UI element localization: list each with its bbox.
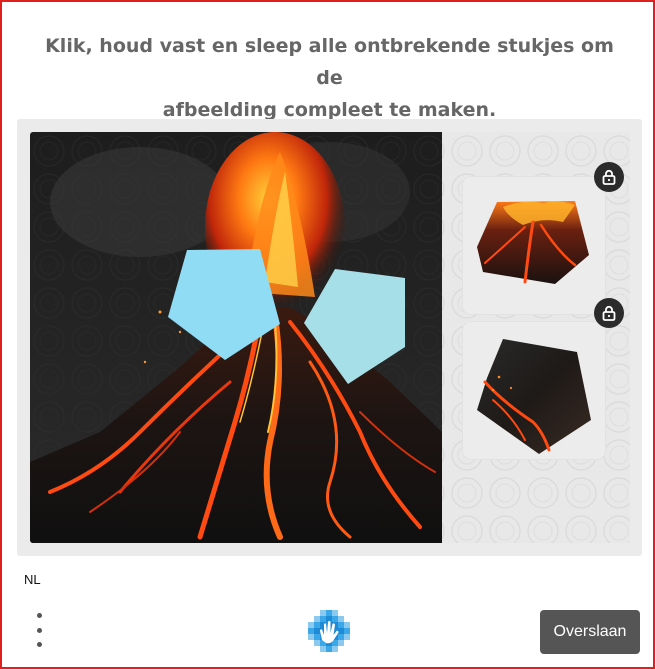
instruction-text: Klik, houd vast en sleep alle ontbrekend… (42, 30, 617, 126)
vertical-dots-icon (36, 627, 42, 633)
lock-icon (594, 162, 624, 192)
logo-graphic (308, 610, 350, 652)
lava-slope-piece[interactable] (463, 322, 605, 459)
vertical-dots-icon (36, 642, 42, 647)
hand-logo-icon (308, 610, 350, 652)
puzzle-board (30, 132, 630, 543)
volcano-summit-piece[interactable] (463, 177, 605, 314)
language-label[interactable]: NL (24, 572, 41, 587)
lock-icon (594, 298, 624, 328)
menu-button[interactable] (30, 613, 48, 647)
piece-card-2[interactable] (463, 322, 605, 459)
piece-card-1[interactable] (463, 177, 605, 314)
lock-glyph (602, 169, 616, 185)
instruction-line-1: Klik, houd vast en sleep alle ontbrekend… (45, 35, 614, 89)
captcha-frame: Klik, houd vast en sleep alle ontbrekend… (0, 0, 655, 669)
puzzle-stage (17, 119, 642, 556)
vertical-dots-icon (36, 613, 42, 618)
lock-glyph (602, 305, 616, 321)
skip-button[interactable]: Overslaan (540, 610, 640, 654)
